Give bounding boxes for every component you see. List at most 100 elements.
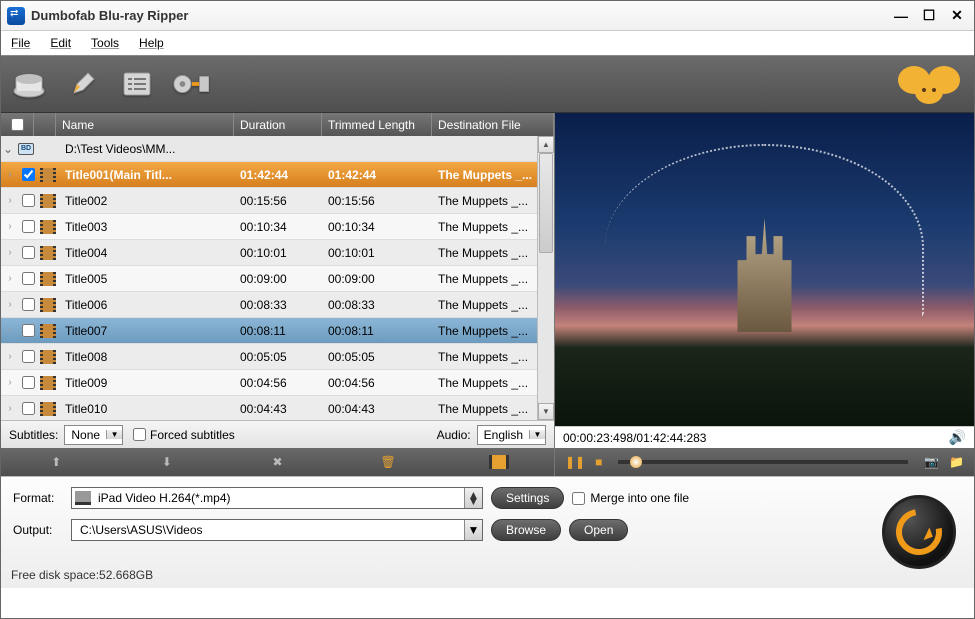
col-name[interactable]: Name	[56, 113, 234, 136]
col-duration[interactable]: Duration	[234, 113, 322, 136]
row-destination: The Muppets _...	[432, 240, 554, 265]
move-down-button[interactable]: ⬇	[156, 452, 178, 472]
menu-tools[interactable]: Tools	[91, 36, 119, 50]
subtitles-combo[interactable]: None ▼	[64, 425, 123, 445]
output-select[interactable]: C:\Users\ASUS\Videos ▼	[71, 519, 483, 541]
brand-logo	[894, 60, 964, 110]
minimize-button[interactable]: —	[890, 7, 912, 25]
video-preview[interactable]	[555, 113, 974, 426]
bluray-disc-icon: BD	[18, 143, 34, 155]
row-checkbox[interactable]	[22, 194, 35, 207]
maximize-button[interactable]: ☐	[918, 7, 940, 25]
seek-knob[interactable]	[630, 456, 642, 468]
load-disc-button[interactable]	[11, 66, 47, 102]
audio-combo[interactable]: English ▼	[477, 425, 546, 445]
row-name: Title003	[59, 214, 234, 239]
expand-icon[interactable]: ›	[1, 403, 19, 414]
pause-button[interactable]: ❚❚	[565, 455, 585, 469]
table-row[interactable]: › Title003 00:10:34 00:10:34 The Muppets…	[1, 214, 554, 240]
preview-pane: 00:00:23:498/01:42:44:283 🔊 ❚❚ ■ 📷 📁	[555, 113, 974, 476]
settings-button[interactable]: Settings	[491, 487, 564, 509]
film-icon	[40, 376, 56, 390]
expand-icon[interactable]: ›	[1, 273, 19, 284]
row-checkbox[interactable]	[22, 246, 35, 259]
browse-button[interactable]: Browse	[491, 519, 561, 541]
row-duration: 00:10:34	[234, 214, 322, 239]
row-trimmed: 00:10:34	[322, 214, 432, 239]
convert-start-button[interactable]	[882, 495, 956, 569]
expand-icon[interactable]: ›	[1, 169, 19, 180]
row-name: Title005	[59, 266, 234, 291]
remove-button[interactable]: ✖	[266, 452, 288, 472]
convert-button[interactable]	[173, 66, 209, 102]
film-icon	[40, 272, 56, 286]
merge-label: Merge into one file	[590, 491, 689, 505]
row-trimmed: 00:04:43	[322, 396, 432, 420]
row-duration: 00:09:00	[234, 266, 322, 291]
vertical-scrollbar[interactable]: ▲ ▼	[537, 136, 554, 420]
close-button[interactable]: ✕	[946, 7, 968, 25]
expand-icon[interactable]: ›	[1, 325, 19, 336]
scroll-thumb[interactable]	[539, 153, 553, 253]
merge-checkbox[interactable]	[572, 492, 585, 505]
row-destination: The Muppets _...	[432, 214, 554, 239]
row-checkbox[interactable]	[22, 272, 35, 285]
snapshot-button[interactable]: 📷	[924, 455, 939, 469]
table-row[interactable]: › Title006 00:08:33 00:08:33 The Muppets…	[1, 292, 554, 318]
row-checkbox[interactable]	[22, 168, 35, 181]
output-dropdown-icon: ▼	[464, 520, 482, 540]
forced-subtitles-checkbox[interactable]	[133, 428, 146, 441]
expand-icon[interactable]: ›	[1, 351, 19, 362]
table-row[interactable]: › Title009 00:04:56 00:04:56 The Muppets…	[1, 370, 554, 396]
forced-subtitles-label: Forced subtitles	[150, 428, 235, 442]
col-trimmed[interactable]: Trimmed Length	[322, 113, 432, 136]
expand-icon[interactable]: ›	[1, 247, 19, 258]
table-row[interactable]: › Title008 00:05:05 00:05:05 The Muppets…	[1, 344, 554, 370]
volume-icon[interactable]: 🔊	[949, 429, 966, 446]
row-duration: 01:42:44	[234, 162, 322, 187]
trash-button[interactable]: 🗑	[377, 452, 399, 472]
row-checkbox[interactable]	[22, 402, 35, 415]
disc-row[interactable]: ⌄ BD D:\Test Videos\MM...	[1, 136, 554, 162]
stop-button[interactable]: ■	[595, 455, 602, 469]
options-bar: Subtitles: None ▼ Forced subtitles Audio…	[1, 420, 554, 448]
expand-icon[interactable]: ›	[1, 299, 19, 310]
scroll-down-arrow[interactable]: ▼	[538, 403, 554, 420]
table-row[interactable]: › Title004 00:10:01 00:10:01 The Muppets…	[1, 240, 554, 266]
collapse-icon[interactable]: ⌄	[1, 142, 15, 156]
open-button[interactable]: Open	[569, 519, 628, 541]
col-destination[interactable]: Destination File	[432, 113, 554, 136]
select-all-checkbox[interactable]	[11, 118, 24, 131]
table-row[interactable]: › Title005 00:09:00 00:09:00 The Muppets…	[1, 266, 554, 292]
move-up-button[interactable]: ⬆	[45, 452, 67, 472]
folder-button[interactable]: 📁	[949, 455, 964, 469]
expand-icon[interactable]: ›	[1, 377, 19, 388]
window-title: Dumbofab Blu-ray Ripper	[31, 8, 890, 23]
menu-help[interactable]: Help	[139, 36, 164, 50]
row-destination: The Muppets _...	[432, 370, 554, 395]
menubar: File Edit Tools Help	[1, 31, 974, 55]
table-row[interactable]: › Title007 00:08:11 00:08:11 The Muppets…	[1, 318, 554, 344]
menu-edit[interactable]: Edit	[50, 36, 71, 50]
expand-icon[interactable]: ›	[1, 195, 19, 206]
list-button[interactable]	[119, 66, 155, 102]
scroll-up-arrow[interactable]: ▲	[538, 136, 554, 153]
clip-button[interactable]	[488, 452, 510, 472]
row-checkbox[interactable]	[22, 298, 35, 311]
row-checkbox[interactable]	[22, 324, 35, 337]
table-row[interactable]: › Title002 00:15:56 00:15:56 The Muppets…	[1, 188, 554, 214]
row-duration: 00:04:43	[234, 396, 322, 420]
seek-slider[interactable]	[618, 460, 908, 464]
table-row[interactable]: › Title010 00:04:43 00:04:43 The Muppets…	[1, 396, 554, 420]
edit-button[interactable]	[65, 66, 101, 102]
row-checkbox[interactable]	[22, 350, 35, 363]
format-select[interactable]: iPad Video H.264(*.mp4) ▲▼	[71, 487, 483, 509]
table-row[interactable]: › Title001(Main Titl... 01:42:44 01:42:4…	[1, 162, 554, 188]
film-icon	[40, 168, 56, 182]
expand-icon[interactable]: ›	[1, 221, 19, 232]
row-checkbox[interactable]	[22, 376, 35, 389]
row-destination: The Muppets _...	[432, 162, 554, 187]
row-checkbox[interactable]	[22, 220, 35, 233]
menu-file[interactable]: File	[11, 36, 30, 50]
row-duration: 00:04:56	[234, 370, 322, 395]
